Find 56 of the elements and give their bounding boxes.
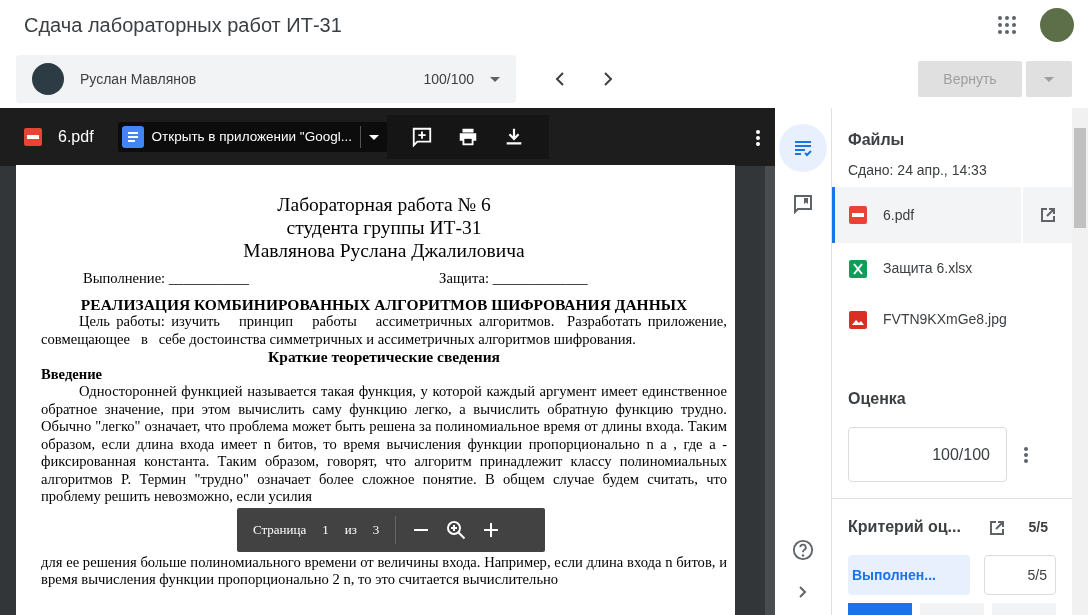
scrollbar[interactable] [765, 166, 775, 615]
comment-bookmark-icon [793, 194, 813, 214]
image-file-icon [849, 310, 867, 329]
document-field-line: Защита: _____________ [439, 270, 588, 288]
caret-icon [368, 134, 379, 140]
open-in-new-icon[interactable] [1039, 207, 1056, 223]
document-paragraph: для ее решения больше полиномиального времени от величины входа. Например, если длина входа n битов, и время вычисления функции пропорционально 2 n, то это считается вычислительно [41, 553, 727, 589]
page-title: Сдача лабораторных работ ИТ-31 [24, 13, 342, 38]
document-paragraph: Цель работы: изучить принцип работы ассиметричных алгоритмов. Разработать приложение, совмещающее в себе достоинства симметричных и ассиметричных алгоритмов шифрования. [41, 313, 727, 348]
checklist-icon [793, 138, 813, 158]
rubric-level-dropdown[interactable]: Выполнен... [848, 555, 970, 595]
file-item[interactable]: FVTN9KXmGe8.jpg [832, 294, 1072, 345]
document-subheading: Краткие теоретические сведения [267, 348, 501, 366]
page-of-label: из [344, 520, 357, 539]
rubric-points-field[interactable]: 5/5 [984, 555, 1056, 595]
grade-heading: Оценка [848, 389, 907, 409]
add-comment-icon[interactable] [410, 126, 433, 148]
help-icon[interactable] [792, 539, 814, 561]
document-title: Мавлянова Руслана Джалиловича [242, 239, 526, 262]
caret-icon [1044, 76, 1054, 82]
rubric-tab[interactable] [779, 124, 827, 172]
pdf-file-icon [849, 206, 867, 224]
rubric-score: 5/5 [1028, 517, 1048, 537]
scrollbar-thumb[interactable] [1074, 128, 1086, 228]
zoom-in-icon[interactable] [482, 520, 501, 539]
document-section-title: Введение [41, 365, 104, 383]
account-avatar[interactable] [1040, 8, 1074, 42]
zoom-icon[interactable] [446, 519, 467, 540]
caret-icon [490, 76, 500, 82]
rubric-criterion-title: Критерий оц... [848, 517, 961, 537]
page-count: 3 [372, 520, 380, 539]
document-paragraph: Односторонней функцией называется такая функция, у которой каждый аргумент имеет единственное обратное значение, при этом вычислить саму функцию легко, а вычислить обратную функцию трудно. Обычно "легко" означает, что проблема может быть решена за полиномиальное время от длины входа. Таким образом, если длина входа имеет n битов, то время вычисления функции пропорционально n a , где a - фиксированная константа. Таким образом, говорят, что алгоритм принадлежит классу полиномиальных алгоритмов P. Термин "трудно" означает более сложное понятие. В общем случае будем считать, что проблему решить невозможно, если усилия [41, 383, 727, 506]
files-heading: Файлы [848, 130, 906, 150]
document-app-icon [121, 126, 144, 148]
open-in-new-icon[interactable] [988, 519, 1005, 536]
more-options-icon[interactable] [1023, 446, 1029, 465]
page-number: 1 [322, 520, 329, 539]
pdf-file-icon [24, 128, 42, 146]
document-title: студента группы ИТ-31 [285, 216, 483, 239]
document-field-line: Выполнение: ___________ [83, 270, 250, 288]
file-item[interactable]: Защита 6.xlsx [832, 243, 1072, 294]
open-with-button[interactable]: Открыть в приложении "Googl... [117, 122, 387, 152]
spreadsheet-file-icon [849, 259, 867, 278]
more-options-icon[interactable] [755, 128, 761, 147]
document-heading: РЕАЛИЗАЦИЯ КОМБИНИРОВАННЫХ АЛГОРИТМОВ ШИФРОВАНИЯ ДАННЫХ [79, 295, 689, 313]
page-label: Страница [253, 520, 307, 539]
viewer-file-name: 6.pdf [58, 127, 94, 147]
apps-grid-icon[interactable] [998, 16, 1016, 34]
student-selector[interactable]: Руслан Мавлянов 100/100 [16, 55, 516, 103]
student-avatar [32, 63, 64, 95]
grade-field[interactable]: 100/100 [848, 427, 1007, 482]
student-name: Руслан Мавлянов [80, 69, 198, 89]
document-title: Лабораторная работа № 6 [276, 193, 492, 216]
student-grade: 100/100 [423, 69, 474, 89]
file-item[interactable]: 6.pdf [832, 187, 1072, 243]
submitted-time: Сдано: 24 апр., 14:33 [848, 161, 988, 180]
